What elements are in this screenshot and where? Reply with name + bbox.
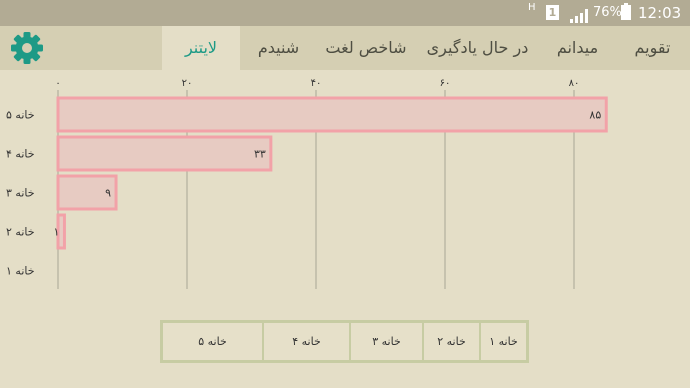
x-tick-label: ۴۰ xyxy=(311,78,322,89)
bar xyxy=(56,96,608,133)
bar-chart: ۰ ۲۰ ۴۰ ۶۰ ۸۰ خانه ۵ ۸۵ خانه ۴ ۳۳ خانه ۳ ۹ خانه ۲ ۱ خ… xyxy=(6,78,608,289)
legend-item-box-3[interactable]: خانه ۳ xyxy=(351,323,422,360)
category-label: خانه ۲ xyxy=(6,226,35,239)
data-label: ۸۵ xyxy=(589,109,601,122)
legend: خانه ۱ خانه ۲ خانه ۳ خانه ۴ خانه ۵ xyxy=(160,320,529,363)
x-tick-label: ۲۰ xyxy=(182,78,193,89)
legend-item-box-1[interactable]: خانه ۱ xyxy=(481,323,526,360)
x-tick-label: ۸۰ xyxy=(569,78,580,89)
battery-icon xyxy=(621,3,631,20)
category-label: خانه ۴ xyxy=(6,148,35,161)
clock: 12:03 xyxy=(638,4,682,22)
battery-percent: 76% xyxy=(593,5,622,20)
tab-calendar[interactable]: تقویم xyxy=(615,26,690,70)
data-label: ۳۳ xyxy=(254,148,266,161)
legend-item-box-4[interactable]: خانه ۴ xyxy=(264,323,349,360)
bar xyxy=(56,135,273,172)
x-tick-label: ۶۰ xyxy=(440,78,451,89)
tab-learning[interactable]: در حال یادگیری xyxy=(415,26,540,70)
category-label: خانه ۳ xyxy=(6,187,35,200)
data-label: ۱ xyxy=(54,226,60,239)
tab-known[interactable]: میدانم xyxy=(540,26,615,70)
tab-leitner[interactable]: لایتنر xyxy=(162,26,240,70)
status-bar: H 1 76% 12:03 xyxy=(0,0,690,26)
x-tick-label: ۰ xyxy=(55,78,60,89)
legend-item-box-5[interactable]: خانه ۵ xyxy=(163,323,262,360)
category-label: خانه ۱ xyxy=(6,265,35,278)
tab-bar: تقویم میدانم در حال یادگیری شاخص لغت شنی… xyxy=(0,26,690,70)
legend-item-box-2[interactable]: خانه ۲ xyxy=(424,323,479,360)
data-label: ۹ xyxy=(105,187,111,200)
category-label: خانه ۵ xyxy=(6,109,35,122)
sim-icon: 1 xyxy=(546,5,559,20)
tab-heard[interactable]: شنیدم xyxy=(240,26,317,70)
tab-word-index[interactable]: شاخص لغت xyxy=(317,26,415,70)
gear-icon[interactable] xyxy=(10,31,44,65)
